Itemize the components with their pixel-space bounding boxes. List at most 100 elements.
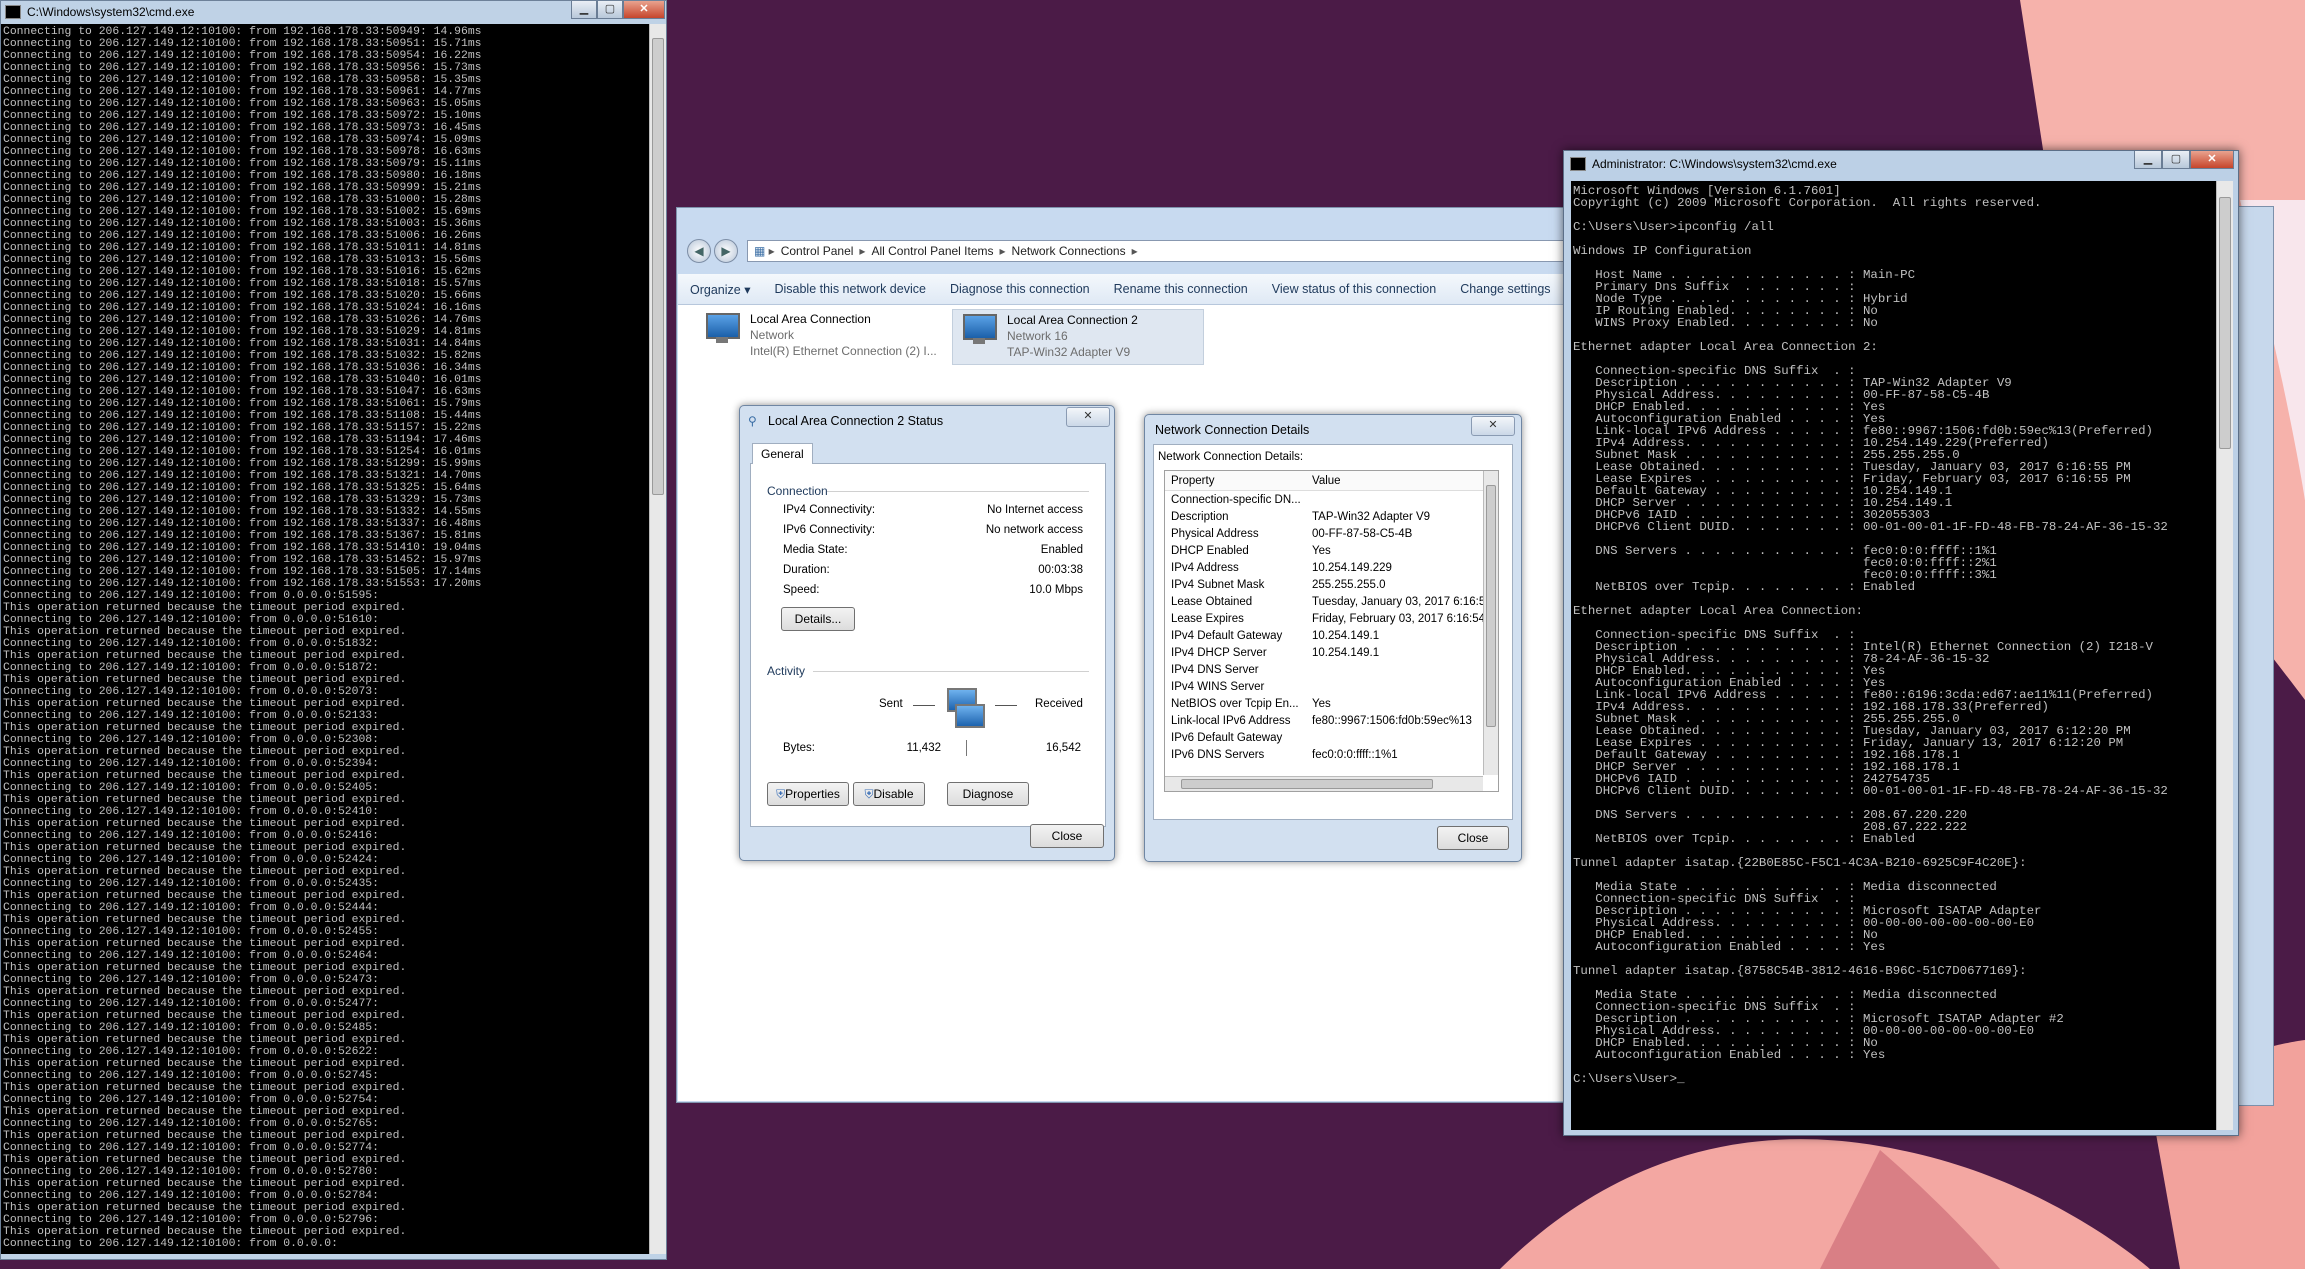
admin-cmd-window-ipconfig[interactable]: Administrator: C:\Windows\system32\cmd.e… xyxy=(1563,150,2239,1136)
connection-status-dialog[interactable]: ⚲ Local Area Connection 2 Status ✕ Gener… xyxy=(739,405,1115,861)
property-cell: IPv4 WINS Server xyxy=(1171,680,1265,693)
property-cell: Physical Address xyxy=(1171,527,1259,540)
details-row[interactable]: IPv6 Default Gateway xyxy=(1165,729,1492,746)
details-row[interactable]: Description TAP-Win32 Adapter V9 xyxy=(1165,508,1492,525)
vertical-scrollbar[interactable] xyxy=(2216,181,2233,1130)
close-button[interactable]: ✕ xyxy=(2190,151,2234,169)
close-button[interactable]: ✕ xyxy=(623,1,665,19)
details-row[interactable]: NetBIOS over Tcpip En... Yes xyxy=(1165,695,1492,712)
diagnose-button[interactable]: Diagnose this connection xyxy=(938,282,1102,296)
details-row[interactable]: IPv4 Subnet Mask 255.255.255.0 xyxy=(1165,576,1492,593)
control-panel-icon: ▦ xyxy=(754,244,766,258)
console-output[interactable]: Connecting to 206.127.149.12:10100: from… xyxy=(1,24,649,1254)
column-header-property[interactable]: Property xyxy=(1165,475,1306,487)
title-bar[interactable]: C:\Windows\system32\cmd.exe xyxy=(1,1,666,23)
details-row[interactable]: Link-local IPv6 Address fe80::9967:1506:f… xyxy=(1165,712,1492,729)
title-bar[interactable]: Administrator: C:\Windows\system32\cmd.e… xyxy=(1570,157,1837,171)
bytes-label: Bytes: xyxy=(783,742,815,754)
back-button[interactable]: ◀ xyxy=(687,239,711,263)
cmd-window-ping-log[interactable]: C:\Windows\system32\cmd.exe ▁ ▢ ✕ Connec… xyxy=(0,0,667,1260)
diagnose-button[interactable]: Diagnose xyxy=(947,782,1029,806)
details-row[interactable]: IPv4 DNS Server xyxy=(1165,661,1492,678)
breadcrumb-item[interactable]: Control Panel xyxy=(781,244,854,258)
vertical-scrollbar[interactable] xyxy=(649,24,666,1254)
details-subtitle: Network Connection Details: xyxy=(1158,451,1304,463)
details-row[interactable]: Lease Obtained Tuesday, January 03, 2017 … xyxy=(1165,593,1492,610)
value-cell: 10.254.149.1 xyxy=(1312,629,1380,642)
address-bar[interactable]: ▦ ▸ Control Panel ▸ All Control Panel It… xyxy=(747,240,1575,262)
connection-details-dialog[interactable]: Network Connection Details ✕ Network Con… xyxy=(1144,414,1522,862)
close-x-button[interactable]: ✕ xyxy=(1471,416,1515,436)
list-header: Property Value xyxy=(1165,471,1492,491)
disable-device-button[interactable]: Disable this network device xyxy=(762,282,937,296)
connection-item[interactable]: Local Area Connection Network Intel(R) E… xyxy=(700,311,937,359)
property-cell: IPv4 DHCP Server xyxy=(1171,646,1267,659)
activity-computers-icon xyxy=(943,686,985,730)
tab-general[interactable]: General xyxy=(752,443,813,464)
property-cell: Link-local IPv6 Address xyxy=(1171,714,1291,727)
property-cell: Connection-specific DN... xyxy=(1171,493,1301,506)
shield-icon: ⛨ xyxy=(776,787,786,801)
dialog-title: Local Area Connection 2 Status xyxy=(768,414,944,428)
details-row[interactable]: Lease Expires Friday, February 03, 2017 6… xyxy=(1165,610,1492,627)
maximize-button[interactable]: ▢ xyxy=(2162,151,2190,169)
close-button[interactable]: Close xyxy=(1030,824,1104,848)
network-adapter-icon xyxy=(957,312,999,354)
value-cell: Yes xyxy=(1312,544,1331,557)
details-button[interactable]: Details... xyxy=(781,607,855,631)
connection-item-selected[interactable]: Local Area Connection 2 Network 16 TAP-W… xyxy=(952,309,1204,365)
status-row: Speed: 10.0 Mbps xyxy=(783,584,1083,596)
maximize-button[interactable]: ▢ xyxy=(597,1,623,19)
details-row[interactable]: IPv4 Default Gateway 10.254.149.1 xyxy=(1165,627,1492,644)
disable-button[interactable]: ⛨Disable xyxy=(853,782,925,806)
details-panel: Network Connection Details: Property Val… xyxy=(1153,444,1513,820)
column-header-value[interactable]: Value xyxy=(1306,475,1492,487)
scrollbar-thumb[interactable] xyxy=(1486,485,1496,727)
details-row[interactable]: IPv4 WINS Server xyxy=(1165,678,1492,695)
connection-device: Intel(R) Ethernet Connection (2) I... xyxy=(750,344,937,358)
forward-button[interactable]: ▶ xyxy=(714,239,738,263)
address-bar-row: ◀ ▶ ▦ ▸ Control Panel ▸ All Control Pane… xyxy=(687,239,1575,263)
horizontal-scrollbar[interactable] xyxy=(1165,776,1483,791)
organize-menu[interactable]: Organize ▾ xyxy=(678,282,762,297)
scrollbar-thumb[interactable] xyxy=(652,38,664,495)
property-cell: IPv6 Default Gateway xyxy=(1171,731,1283,744)
status-row: IPv6 Connectivity: No network access xyxy=(783,524,1083,536)
console-text: Microsoft Windows [Version 6.1.7601] Cop… xyxy=(1573,184,2168,1086)
details-row[interactable]: IPv6 DNS Servers fec0:0:0:ffff::1%1 xyxy=(1165,746,1492,763)
connection-heading: Connection xyxy=(767,484,828,498)
received-label: Received xyxy=(1035,698,1083,710)
minimize-button[interactable]: ▁ xyxy=(2134,151,2162,169)
breadcrumb-item[interactable]: Network Connections xyxy=(1012,244,1126,258)
properties-button[interactable]: ⛨Properties xyxy=(767,782,849,806)
details-row[interactable]: Connection-specific DN... xyxy=(1165,491,1492,508)
rename-button[interactable]: Rename this connection xyxy=(1102,282,1260,296)
breadcrumb-item[interactable]: All Control Panel Items xyxy=(871,244,993,258)
close-x-button[interactable]: ✕ xyxy=(1066,407,1110,427)
console-text: Connecting to 206.127.149.12:10100: from… xyxy=(3,26,482,1250)
window-title: Administrator: C:\Windows\system32\cmd.e… xyxy=(1592,157,1837,171)
window-title: C:\Windows\system32\cmd.exe xyxy=(27,5,195,19)
details-row[interactable]: IPv4 DHCP Server 10.254.149.1 xyxy=(1165,644,1492,661)
cmd-icon xyxy=(1570,157,1586,171)
vertical-scrollbar[interactable] xyxy=(1483,471,1498,775)
scrollbar-thumb[interactable] xyxy=(1181,779,1433,789)
property-cell: Lease Obtained xyxy=(1171,595,1253,608)
minimize-button[interactable]: ▁ xyxy=(571,1,597,19)
details-list[interactable]: Property Value Connection-specific DN...… xyxy=(1164,470,1499,792)
console-output[interactable]: Microsoft Windows [Version 6.1.7601] Cop… xyxy=(1571,181,2216,1130)
close-button[interactable]: Close xyxy=(1437,826,1509,850)
value-cell: fe80::9967:1506:fd0b:59ec%13 xyxy=(1312,714,1472,727)
details-row[interactable]: Physical Address 00-FF-87-58-C5-4B xyxy=(1165,525,1492,542)
property-cell: NetBIOS over Tcpip En... xyxy=(1171,697,1299,710)
details-row[interactable]: IPv4 Address 10.254.149.229 xyxy=(1165,559,1492,576)
scrollbar-thumb[interactable] xyxy=(2219,197,2231,449)
activity-heading: Activity xyxy=(767,664,806,678)
value-cell: 10.254.149.229 xyxy=(1312,561,1392,574)
property-cell: Description xyxy=(1171,510,1229,523)
connection-status: Network 16 xyxy=(1007,329,1068,343)
details-row[interactable]: DHCP Enabled Yes xyxy=(1165,542,1492,559)
change-settings-button[interactable]: Change settings xyxy=(1448,282,1562,296)
cmd-icon xyxy=(5,5,21,19)
view-status-button[interactable]: View status of this connection xyxy=(1260,282,1448,296)
